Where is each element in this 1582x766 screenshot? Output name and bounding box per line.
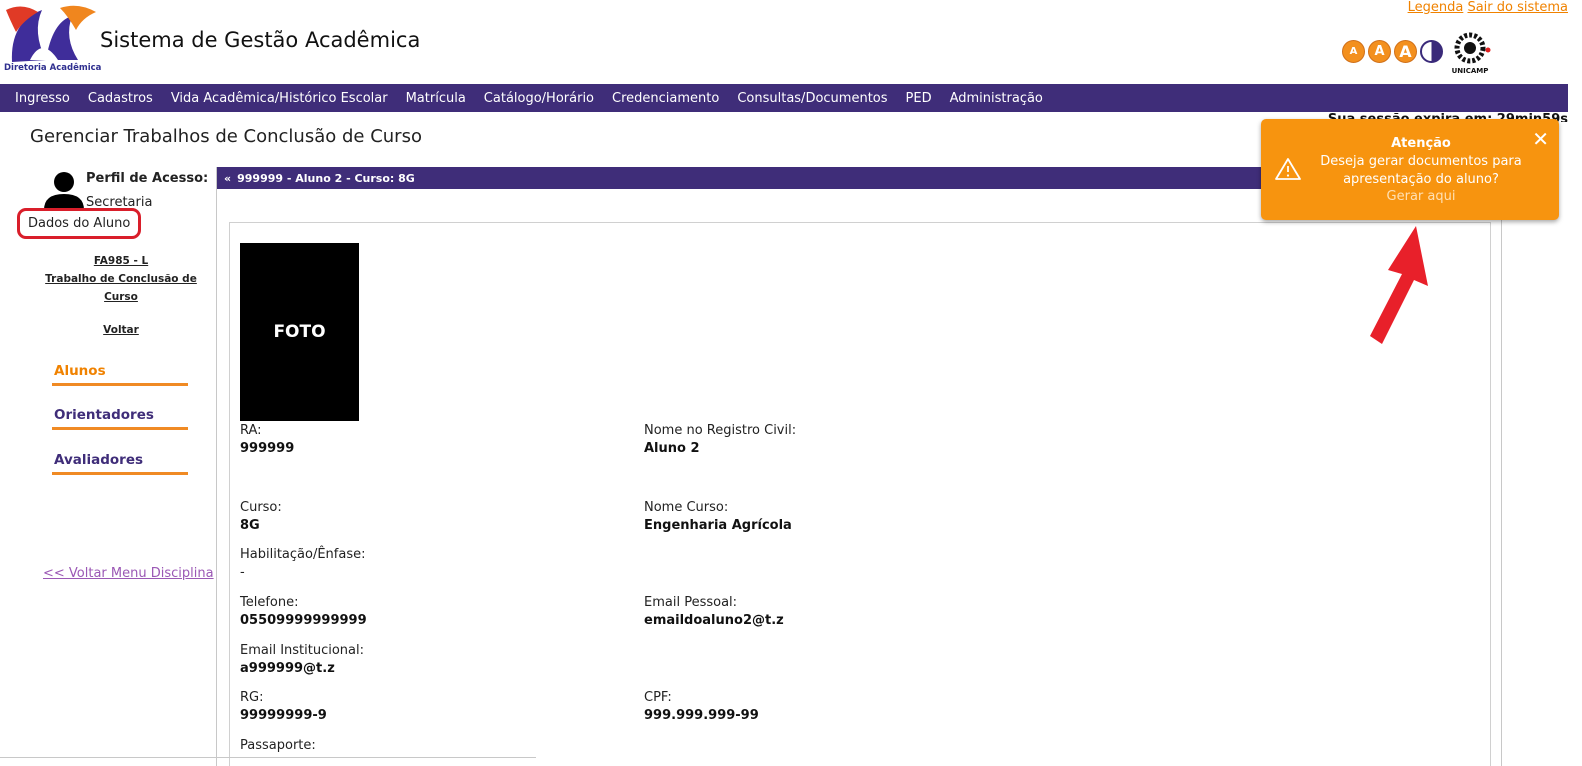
course-name-line2[interactable]: Curso [104, 291, 138, 303]
email-institucional-label: Email Institucional: [240, 643, 365, 658]
rg-label: RG: [240, 690, 264, 705]
nav-item-administracao[interactable]: Administração [941, 91, 1052, 106]
unicamp-text: UNICAMP [1451, 67, 1489, 75]
curso-value: 8G [240, 518, 260, 533]
course-name-line1[interactable]: Trabalho de Conclusão de [45, 273, 197, 285]
voltar-menu-disciplina-link[interactable]: << Voltar Menu Disciplina [43, 566, 214, 581]
nome-label: Nome no Registro Civil: [644, 423, 797, 438]
student-data-fieldset [229, 222, 1491, 766]
student-photo: FOTO [240, 243, 359, 421]
header: Diretoria Acadêmica Sistema de Gestão Ac… [0, 0, 1582, 84]
bottom-divider [0, 757, 536, 758]
voltar-link[interactable]: Voltar [40, 324, 202, 336]
font-small-button[interactable]: A [1342, 40, 1365, 63]
panel-header-text: 999999 - Aluno 2 - Curso: 8G [237, 171, 415, 185]
ra-value: 999999 [240, 441, 295, 456]
nav-item-consultas[interactable]: Consultas/Documentos [728, 91, 896, 106]
collapse-icon[interactable]: « [224, 172, 231, 185]
attention-toast: ✕ Atenção Deseja gerar documentos para a… [1261, 119, 1559, 220]
font-medium-button[interactable]: A [1368, 40, 1391, 63]
rg-value: 99999999-9 [240, 708, 327, 723]
nav-item-catalogo[interactable]: Catálogo/Horário [475, 91, 603, 106]
email-pessoal-label: Email Pessoal: [644, 595, 738, 610]
top-links: Legenda Sair do sistema [1408, 0, 1568, 15]
system-title: Sistema de Gestão Acadêmica [100, 28, 421, 52]
course-code[interactable]: FA985 - L [94, 255, 148, 267]
contrast-icon[interactable] [1420, 40, 1443, 63]
nav-item-cadastros[interactable]: Cadastros [79, 91, 162, 106]
nome-curso-label: Nome Curso: [644, 500, 729, 515]
fieldset-legend: Dados do Aluno [17, 208, 142, 239]
ra-label: RA: [240, 423, 262, 438]
nav-item-matricula[interactable]: Matrícula [397, 91, 475, 106]
cpf-label: CPF: [644, 690, 672, 705]
email-pessoal-value: emaildoaluno2@t.z [644, 613, 784, 628]
main-nav: Ingresso Cadastros Vida Acadêmica/Histór… [0, 84, 1568, 112]
passaporte-label: Passaporte: [240, 738, 316, 753]
telefone-label: Telefone: [240, 595, 299, 610]
email-institucional-value: a999999@t.z [240, 661, 335, 676]
nome-value: Aluno 2 [644, 441, 700, 456]
nav-item-vida-academica[interactable]: Vida Acadêmica/Histórico Escolar [162, 91, 397, 106]
sidebar-item-alunos[interactable]: Alunos [52, 363, 188, 386]
habilitacao-label: Habilitação/Ênfase: [240, 547, 366, 562]
curso-label: Curso: [240, 500, 282, 515]
legenda-link[interactable]: Legenda [1408, 0, 1464, 15]
profile-label: Perfil de Acesso: [86, 171, 209, 186]
student-panel: « 999999 - Aluno 2 - Curso: 8G [216, 167, 1502, 766]
habilitacao-value: - [240, 565, 245, 580]
font-large-button[interactable]: A [1394, 40, 1417, 63]
nome-curso-value: Engenharia Agrícola [644, 518, 792, 533]
nav-item-ingresso[interactable]: Ingresso [6, 91, 79, 106]
sidebar-item-orientadores[interactable]: Orientadores [52, 407, 188, 430]
toast-message: Deseja gerar documentos para apresentaçã… [1320, 154, 1522, 187]
accessibility-controls: A A A [1342, 40, 1443, 66]
sair-link[interactable]: Sair do sistema [1467, 0, 1568, 15]
toast-title: Atenção [1391, 136, 1451, 151]
logo-caption: Diretoria Acadêmica [4, 63, 102, 73]
course-info[interactable]: FA985 - L Trabalho de Conclusão de Curso [40, 252, 202, 306]
page-title: Gerenciar Trabalhos de Conclusão de Curs… [30, 126, 422, 147]
telefone-value: 05509999999999 [240, 613, 367, 628]
red-arrow-annotation-icon [1370, 226, 1428, 344]
sidebar-item-avaliadores[interactable]: Avaliadores [52, 452, 188, 475]
nav-item-credenciamento[interactable]: Credenciamento [603, 91, 728, 106]
user-profile-icon [44, 172, 84, 210]
cpf-value: 999.999.999-99 [644, 708, 759, 723]
nav-item-ped[interactable]: PED [897, 91, 941, 106]
warning-icon [1275, 158, 1301, 180]
gerar-aqui-link[interactable]: Gerar aqui [1301, 189, 1541, 204]
